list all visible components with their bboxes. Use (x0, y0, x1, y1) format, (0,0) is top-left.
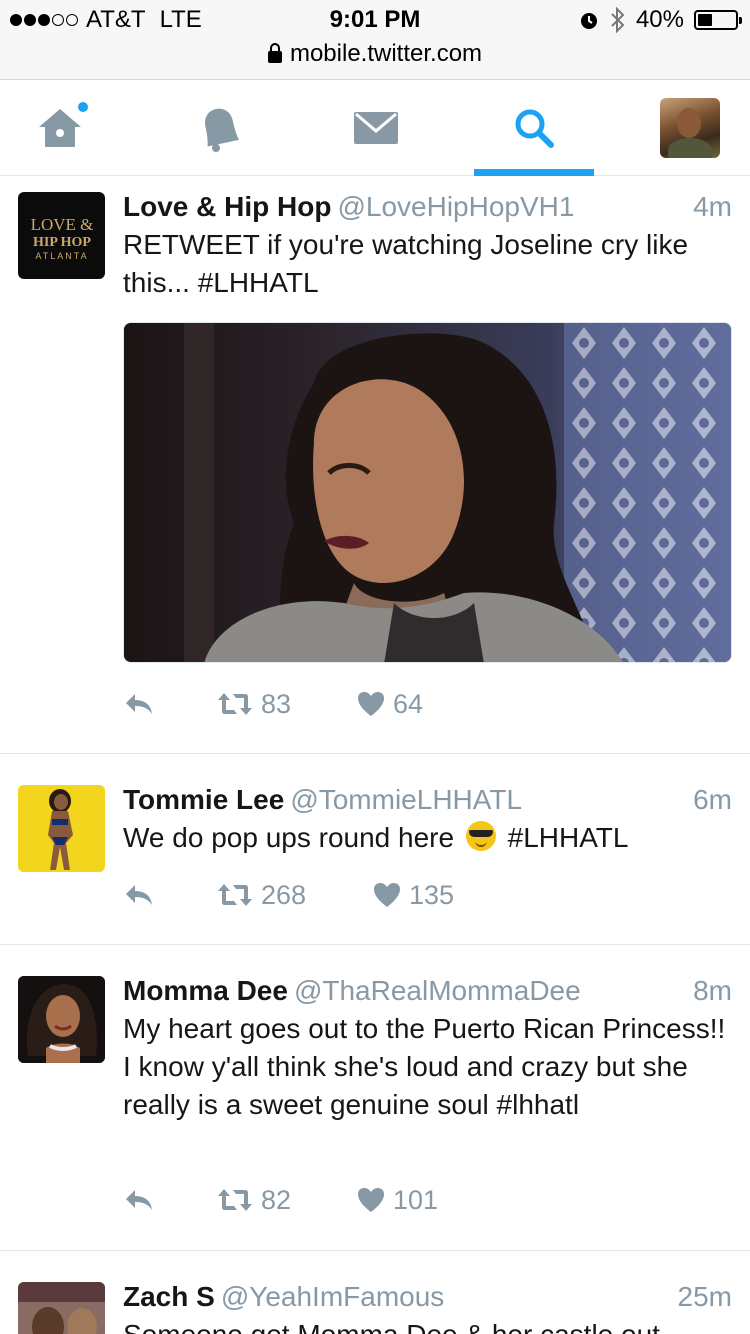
heart-icon (358, 692, 384, 716)
alarm-icon (580, 13, 597, 29)
tab-notifications[interactable] (158, 80, 278, 176)
avatar[interactable]: LOVE & HIP HOP ATLANTA (18, 192, 105, 279)
reply-button[interactable] (123, 875, 155, 915)
bluetooth-icon (611, 7, 625, 33)
tab-search[interactable] (474, 80, 594, 176)
retweet-count: 83 (261, 688, 292, 719)
retweet-count: 82 (261, 1184, 292, 1215)
home-notification-dot (76, 100, 90, 114)
retweet-button[interactable]: 83 (217, 684, 291, 724)
like-button[interactable]: 101 (357, 1180, 438, 1220)
avatar[interactable] (18, 976, 105, 1063)
reply-button[interactable] (123, 684, 155, 724)
svg-text:ATLANTA: ATLANTA (35, 251, 88, 261)
envelope-icon (354, 112, 398, 144)
reply-icon (126, 885, 152, 905)
tweet-media-image[interactable] (123, 322, 732, 663)
tab-profile[interactable] (630, 80, 750, 176)
url-bar[interactable]: mobile.twitter.com (0, 40, 750, 68)
tweet-text: Someone get Momma Dee & her castle out (123, 1316, 732, 1334)
tweet-header: Love & Hip Hop @LoveHipHopVH1 4m (123, 189, 732, 225)
tweet-time[interactable]: 25m (678, 1279, 732, 1315)
top-navigation (0, 80, 750, 176)
avatar[interactable] (18, 1282, 105, 1334)
battery-icon (694, 10, 742, 30)
tweet[interactable]: Momma Dee @ThaRealMommaDee 8m My heart go… (0, 946, 750, 1251)
tweet-text: My heart goes out to the Puerto Rican Pr… (123, 1013, 726, 1120)
url-text: mobile.twitter.com (289, 40, 483, 67)
reply-button[interactable] (123, 1180, 155, 1220)
svg-text:LOVE &: LOVE & (30, 215, 93, 234)
retweet-icon (218, 693, 252, 715)
tweet-header: Zach S @YeahImFamous 25m (123, 1279, 732, 1315)
retweet-icon (218, 884, 252, 906)
tommie-lee-avatar (18, 785, 105, 872)
love-hip-hop-logo: LOVE & HIP HOP ATLANTA (30, 215, 93, 261)
author-name[interactable]: Love & Hip Hop (123, 191, 331, 222)
battery-percent: 40% (635, 6, 684, 33)
tweet-text: RETWEET if you're watching Joseline cry … (123, 229, 689, 298)
retweet-button[interactable]: 82 (217, 1180, 291, 1220)
search-icon (515, 109, 554, 148)
tweet[interactable]: Tommie Lee @TommieLHHATL 6m We do pop ups… (0, 755, 750, 945)
svg-text:HIP HOP: HIP HOP (33, 235, 91, 250)
reply-icon (126, 694, 152, 714)
tab-home[interactable] (0, 80, 120, 176)
retweet-button[interactable]: 268 (217, 875, 306, 915)
home-icon (39, 109, 81, 147)
author-name[interactable]: Tommie Lee (123, 784, 284, 815)
heart-icon (374, 883, 400, 907)
author-handle[interactable]: @TommieLHHATL (290, 784, 522, 815)
author-name[interactable]: Zach S (123, 1281, 215, 1312)
heart-icon (358, 1188, 384, 1212)
like-button[interactable]: 64 (357, 684, 423, 724)
author-handle[interactable]: @ThaRealMommaDee (294, 975, 581, 1006)
status-bar: AT&T LTE 9:01 PM 40% mobile.twitter.com (0, 0, 750, 80)
tweet[interactable]: LOVE & HIP HOP ATLANTA Love & Hip Hop @Lo… (0, 177, 750, 754)
tweet-header: Tommie Lee @TommieLHHATL 6m (123, 782, 732, 818)
tab-messages[interactable] (316, 80, 436, 176)
avatar[interactable] (18, 785, 105, 872)
author-handle[interactable]: @YeahImFamous (221, 1281, 445, 1312)
author-name[interactable]: Momma Dee (123, 975, 288, 1006)
like-count: 135 (409, 879, 455, 910)
sunglasses-emoji-icon (465, 821, 496, 851)
tweet-time[interactable]: 4m (693, 189, 732, 225)
retweet-icon (218, 1189, 252, 1211)
woman-photo (124, 323, 731, 662)
tweet-text: We do pop ups round here #LHHATL (123, 821, 629, 853)
tweet-time[interactable]: 8m (693, 973, 732, 1009)
tweet-header: Momma Dee @ThaRealMommaDee 8m (123, 973, 732, 1009)
momma-dee-avatar (18, 976, 105, 1063)
author-handle[interactable]: @LoveHipHopVH1 (337, 191, 574, 222)
tweet-time[interactable]: 6m (693, 782, 732, 818)
retweet-count: 268 (261, 879, 307, 910)
like-button[interactable]: 135 (373, 875, 454, 915)
bell-icon (205, 108, 239, 152)
like-count: 64 (393, 688, 424, 719)
zach-s-avatar (18, 1282, 105, 1334)
lock-icon (267, 43, 282, 63)
reply-icon (126, 1190, 152, 1210)
tweet[interactable]: Zach S@YeahImFamous 25m Someone get Momm… (0, 1252, 750, 1334)
profile-avatar (660, 98, 720, 158)
like-count: 101 (393, 1184, 439, 1215)
